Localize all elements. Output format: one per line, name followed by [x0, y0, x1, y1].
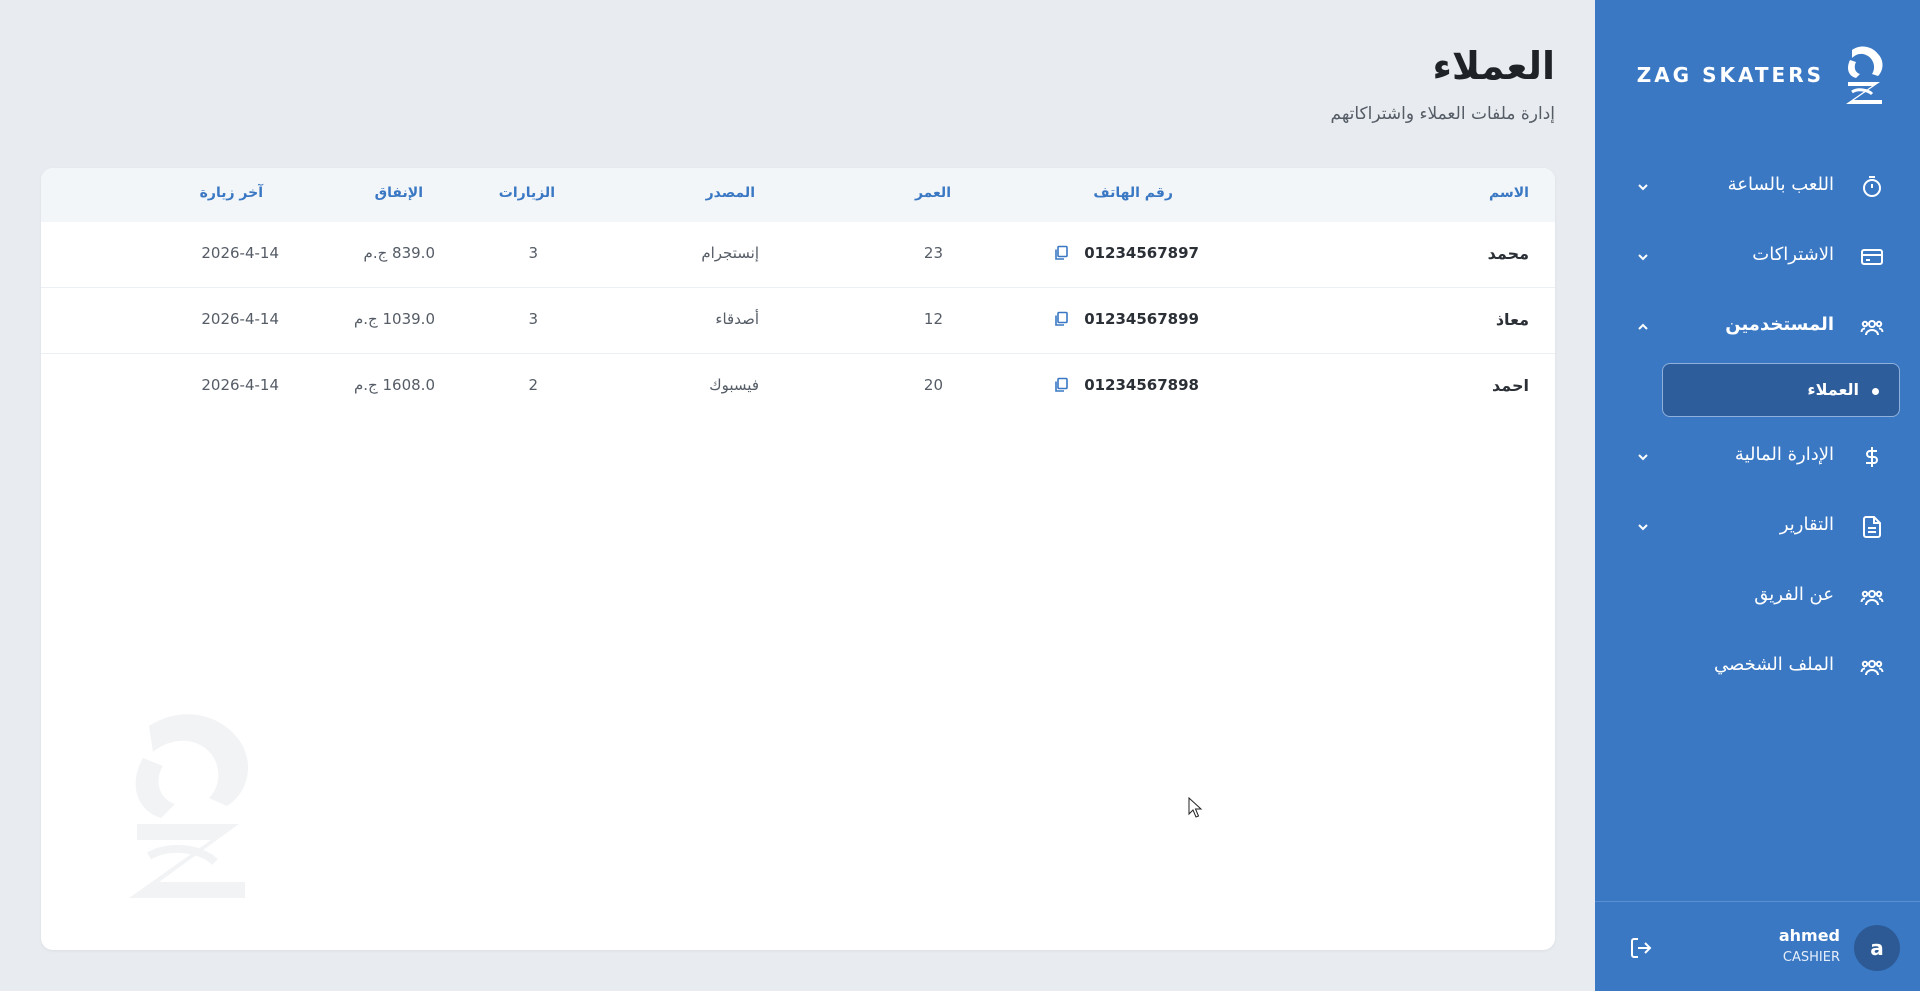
- column-header-name[interactable]: الاسم: [1489, 185, 1529, 201]
- card-icon: [1861, 249, 1883, 265]
- customers-table-card: الاسم رقم الهاتف العمر المصدر الزيارات ا…: [41, 168, 1555, 950]
- column-header-spending[interactable]: الإنفاق: [375, 185, 423, 201]
- dollar-icon: [1866, 447, 1878, 467]
- sidebar-item-finance[interactable]: الإدارة المالية: [1595, 432, 1920, 482]
- customer-source: فيسبوك: [709, 376, 759, 394]
- sidebar-item-label: الإدارة المالية: [1734, 444, 1834, 465]
- customer-visits: 3: [528, 310, 538, 328]
- customer-spending: 1608.0 ج.م: [353, 376, 435, 394]
- chevron-down-icon: [1638, 454, 1648, 461]
- column-header-source[interactable]: المصدر: [706, 185, 755, 201]
- avatar[interactable]: a: [1854, 925, 1900, 971]
- table-row[interactable]: محمد 01234567897 23 إنستجرام 3 839.0 ج.م…: [41, 222, 1555, 288]
- user-role: CASHIER: [1782, 950, 1840, 965]
- sidebar-item-label: الاشتراكات: [1752, 244, 1834, 265]
- customer-phone: 01234567897: [1084, 244, 1199, 262]
- customer-last-visit: 2026-4-14: [201, 244, 279, 262]
- customer-age: 20: [923, 376, 943, 394]
- table-row[interactable]: احمد 01234567898 20 فيسبوك 2 1608.0 ج.م …: [41, 354, 1555, 420]
- customer-age: 12: [923, 310, 943, 328]
- column-header-last-visit[interactable]: آخر زيارة: [200, 185, 263, 201]
- sidebar-subitem-label: العملاء: [1807, 380, 1859, 399]
- bullet-dot-icon: [1872, 388, 1879, 395]
- sidebar-item-subscriptions[interactable]: الاشتراكات: [1595, 232, 1920, 282]
- brand[interactable]: ZAG SKATERS: [1637, 44, 1888, 106]
- users-icon: [1860, 590, 1884, 606]
- lion-logo-icon: [1846, 46, 1883, 104]
- sidebar-item-label: عن الفريق: [1754, 584, 1834, 605]
- users-icon: [1860, 660, 1884, 676]
- sidebar-item-label: الملف الشخصي: [1714, 654, 1834, 675]
- customer-spending: 1039.0 ج.م: [353, 310, 435, 328]
- sidebar-item-reports[interactable]: التقارير: [1595, 502, 1920, 552]
- customer-source: أصدقاء: [715, 310, 759, 328]
- customer-last-visit: 2026-4-14: [201, 376, 279, 394]
- customer-name: احمد: [1492, 376, 1529, 395]
- app-root: ZAG SKATERS اللعب بالساعة الاشتراكات الم…: [0, 0, 1920, 991]
- chevron-down-icon: [1638, 524, 1648, 531]
- logout-icon[interactable]: [1629, 936, 1653, 960]
- table-header: الاسم رقم الهاتف العمر المصدر الزيارات ا…: [41, 168, 1555, 222]
- sidebar-item-profile[interactable]: الملف الشخصي: [1595, 642, 1920, 692]
- page-subtitle: إدارة ملفات العملاء واشتراكاتهم: [1330, 104, 1556, 124]
- customer-phone: 01234567898: [1084, 376, 1199, 394]
- copy-icon[interactable]: [1053, 377, 1069, 393]
- sidebar-item-label: التقارير: [1779, 514, 1834, 535]
- sidebar-footer: a ahmed CASHIER: [1595, 901, 1920, 991]
- customer-name: معاذ: [1495, 310, 1529, 329]
- mouse-cursor-icon: [1188, 797, 1203, 818]
- user-name: ahmed: [1778, 926, 1840, 945]
- table-row[interactable]: معاذ 01234567899 12 أصدقاء 3 1039.0 ج.م …: [41, 288, 1555, 354]
- column-header-phone[interactable]: رقم الهاتف: [1093, 185, 1173, 201]
- copy-icon[interactable]: [1053, 311, 1069, 327]
- sidebar-item-users[interactable]: المستخدمين: [1595, 302, 1920, 352]
- sidebar: ZAG SKATERS اللعب بالساعة الاشتراكات الم…: [1595, 0, 1920, 991]
- customer-last-visit: 2026-4-14: [201, 310, 279, 328]
- customer-spending: 839.0 ج.م: [363, 244, 435, 262]
- column-header-visits[interactable]: الزيارات: [499, 185, 555, 201]
- chevron-up-icon: [1638, 323, 1648, 330]
- chevron-down-icon: [1638, 254, 1648, 261]
- customer-name: محمد: [1487, 244, 1529, 263]
- chevron-down-icon: [1638, 184, 1648, 191]
- brand-name: ZAG SKATERS: [1636, 63, 1824, 87]
- sidebar-item-about-team[interactable]: عن الفريق: [1595, 572, 1920, 622]
- sidebar-item-label: اللعب بالساعة: [1727, 174, 1834, 195]
- main-content: العملاء إدارة ملفات العملاء واشتراكاتهم …: [0, 0, 1595, 991]
- copy-icon[interactable]: [1053, 245, 1069, 261]
- customer-visits: 2: [528, 376, 538, 394]
- users-icon: [1860, 320, 1884, 336]
- customer-visits: 3: [528, 244, 538, 262]
- customer-age: 23: [923, 244, 943, 262]
- customer-phone: 01234567899: [1084, 310, 1199, 328]
- document-icon: [1863, 516, 1881, 538]
- timer-icon: [1863, 176, 1881, 197]
- lion-watermark-icon: [129, 714, 249, 898]
- customer-source: إنستجرام: [701, 244, 759, 262]
- sidebar-item-hourly-play[interactable]: اللعب بالساعة: [1595, 162, 1920, 212]
- sidebar-subitem-customers[interactable]: العملاء: [1662, 363, 1900, 417]
- page-title: العملاء: [1432, 44, 1556, 88]
- column-header-age[interactable]: العمر: [915, 185, 951, 201]
- sidebar-item-label: المستخدمين: [1725, 314, 1834, 335]
